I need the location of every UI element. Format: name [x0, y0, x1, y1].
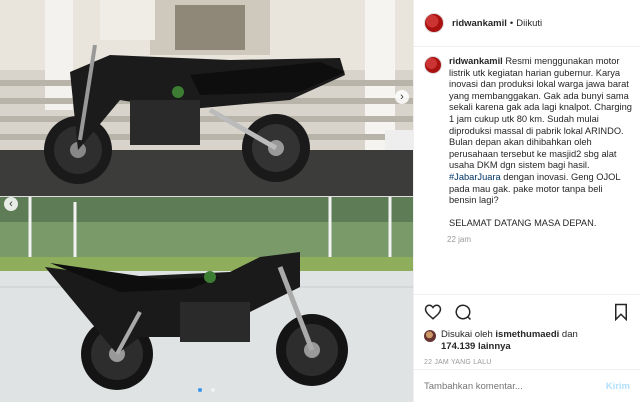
- comment-icon[interactable]: [454, 303, 472, 321]
- prev-slide-icon[interactable]: ‹: [4, 197, 18, 211]
- header-separator: •: [509, 17, 514, 29]
- comment-bar: Kirim: [414, 369, 640, 402]
- carousel-dot-1: [198, 388, 203, 392]
- caption-time: 22 jam: [447, 234, 472, 244]
- avatar[interactable]: [424, 13, 444, 33]
- hashtag-link[interactable]: #JabarJuara: [449, 172, 501, 182]
- caption: ridwankamil Resmi menggunakan motor list…: [424, 56, 632, 294]
- liker-avatar[interactable]: [424, 330, 436, 342]
- photo-motorbike-veranda: ›: [0, 0, 413, 196]
- post-timestamp[interactable]: 22 JAM YANG LALU: [424, 359, 630, 366]
- caption-line-4: SELAMAT DATANG MASA DEPAN.: [449, 218, 597, 229]
- bookmark-icon[interactable]: [612, 303, 630, 321]
- caption-avatar[interactable]: [424, 56, 442, 74]
- post-media-carousel[interactable]: › ‹: [0, 0, 413, 402]
- likes-suffix[interactable]: lainnya: [478, 341, 511, 352]
- post-details-panel: ridwankamil • Diikuti ridwankamil Resmi …: [413, 0, 640, 402]
- caption-username[interactable]: ridwankamil: [449, 56, 503, 66]
- next-slide-icon[interactable]: ›: [395, 90, 409, 104]
- likes-prefix: Disukai oleh: [441, 329, 493, 340]
- liker-username[interactable]: ismethumaedi: [495, 329, 559, 340]
- instagram-post: › ‹ ridwankamil • Diikuti ridwankamil Re…: [0, 0, 640, 402]
- comment-input[interactable]: [424, 380, 606, 392]
- likes-and: dan: [561, 329, 578, 340]
- post-header: ridwankamil • Diikuti: [414, 0, 640, 47]
- send-button[interactable]: Kirim: [606, 381, 630, 392]
- header-username[interactable]: ridwankamil: [452, 18, 507, 29]
- caption-line-1: Resmi menggunakan motor listrik utk kegi…: [449, 56, 632, 136]
- carousel-dot-2: [210, 388, 215, 392]
- caption-line-2: Bulan depan akan dihibahkan oleh perusah…: [449, 137, 620, 171]
- caption-text: ridwankamil Resmi menggunakan motor list…: [449, 56, 632, 230]
- post-actions: Disukai oleh ismethumaedi dan 174.139 lai…: [414, 294, 640, 366]
- likes-count[interactable]: 174.139: [441, 341, 475, 352]
- heart-icon[interactable]: [424, 303, 442, 321]
- follow-status[interactable]: Diikuti: [516, 18, 542, 29]
- likes-summary: Disukai oleh ismethumaedi dan 174.139 lai…: [424, 329, 630, 353]
- photo-motorbike-garden: ‹: [0, 196, 413, 402]
- carousel-indicator: [0, 379, 413, 397]
